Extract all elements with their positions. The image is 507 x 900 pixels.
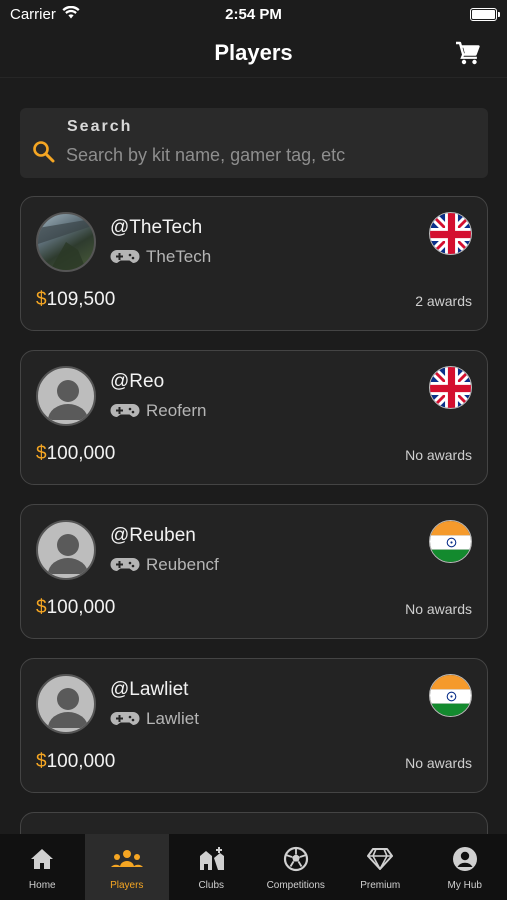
player-card[interactable]: @TheTech TheTech $109,500 2 awards <box>20 196 488 331</box>
gamepad-icon <box>110 404 140 417</box>
account-icon <box>452 847 477 871</box>
page-title: Players <box>214 39 293 65</box>
uk-flag-icon <box>429 212 472 255</box>
battery-icon <box>470 7 500 21</box>
price: $100,000 <box>36 443 115 465</box>
gamer-tag: TheTech <box>146 247 212 266</box>
player-card[interactable]: @Lawliet Lawliet $100,000 No awards <box>20 658 488 793</box>
currency-symbol: $ <box>36 751 47 772</box>
carrier-label: Carrier <box>10 5 56 23</box>
gamepad-icon <box>110 558 140 571</box>
currency-symbol: $ <box>36 443 47 464</box>
price: $109,500 <box>36 289 115 311</box>
awards-count: No awards <box>405 447 472 463</box>
tab-label: Players <box>110 880 144 891</box>
search-label: Search <box>67 118 133 135</box>
gamepad-icon <box>110 250 140 263</box>
price-value: 100,000 <box>46 597 116 618</box>
gamer-tag-row: TheTech <box>110 247 211 267</box>
tab-my-hub[interactable]: My Hub <box>423 834 507 900</box>
tab-home[interactable]: Home <box>0 834 85 900</box>
tab-label: Home <box>28 880 56 891</box>
price: $100,000 <box>36 751 115 773</box>
player-tag: @TheTech <box>110 217 203 238</box>
price: $100,000 <box>36 597 115 619</box>
gamer-tag: Lawliet <box>146 709 199 728</box>
cart-button[interactable] <box>453 38 483 68</box>
avatar <box>36 366 96 426</box>
awards-count: 2 awards <box>415 293 472 309</box>
players-icon <box>110 850 143 867</box>
cart-icon <box>456 41 480 65</box>
gamer-tag-row: Reubencf <box>110 555 219 575</box>
tab-players[interactable]: Players <box>84 834 169 900</box>
tab-label: My Hub <box>447 880 482 891</box>
tab-clubs[interactable]: Clubs <box>169 834 254 900</box>
tab-label: Clubs <box>198 880 225 891</box>
search-icon <box>33 141 55 163</box>
home-icon <box>31 849 54 869</box>
currency-symbol: $ <box>36 289 47 310</box>
awards-count: No awards <box>405 601 472 617</box>
status-left: Carrier <box>10 5 80 23</box>
price-value: 100,000 <box>46 751 116 772</box>
price-value: 100,000 <box>46 443 116 464</box>
status-bar: Carrier 2:54 PM <box>0 0 507 28</box>
india-flag-icon <box>429 674 472 717</box>
avatar <box>36 520 96 580</box>
tab-label: Premium <box>360 880 401 891</box>
player-card[interactable]: @Reo Reofern $100,000 No awards <box>20 350 488 485</box>
player-list: @TheTech TheTech $109,500 2 awards @Reo … <box>20 196 488 812</box>
nav-bar: Players <box>0 28 507 78</box>
tab-competitions[interactable]: Competitions <box>254 834 339 900</box>
india-flag-icon <box>429 520 472 563</box>
tab-label: Competitions <box>266 880 325 891</box>
player-tag: @Reo <box>110 371 165 392</box>
gamer-tag: Reofern <box>146 401 207 420</box>
soccer-ball-icon <box>283 846 308 872</box>
tab-premium[interactable]: Premium <box>338 834 423 900</box>
gamer-tag-row: Reofern <box>110 401 206 421</box>
wifi-icon <box>62 5 80 23</box>
clubs-icon <box>200 847 225 870</box>
diamond-icon <box>367 848 394 870</box>
currency-symbol: $ <box>36 597 47 618</box>
price-value: 109,500 <box>46 289 116 310</box>
gamepad-icon <box>110 712 140 725</box>
player-tag: @Lawliet <box>110 679 189 700</box>
avatar <box>36 674 96 734</box>
search-box[interactable]: Search <box>20 108 488 178</box>
tab-bar: Home Players Clubs Competitions Premium … <box>0 834 507 900</box>
player-card[interactable]: @Reuben Reubencf $100,000 No awards <box>20 504 488 639</box>
gamer-tag-row: Lawliet <box>110 709 199 729</box>
avatar <box>36 212 96 272</box>
uk-flag-icon <box>429 366 472 409</box>
player-tag: @Reuben <box>110 525 196 546</box>
awards-count: No awards <box>405 755 472 771</box>
search-input[interactable] <box>66 142 466 168</box>
gamer-tag: Reubencf <box>146 555 219 574</box>
